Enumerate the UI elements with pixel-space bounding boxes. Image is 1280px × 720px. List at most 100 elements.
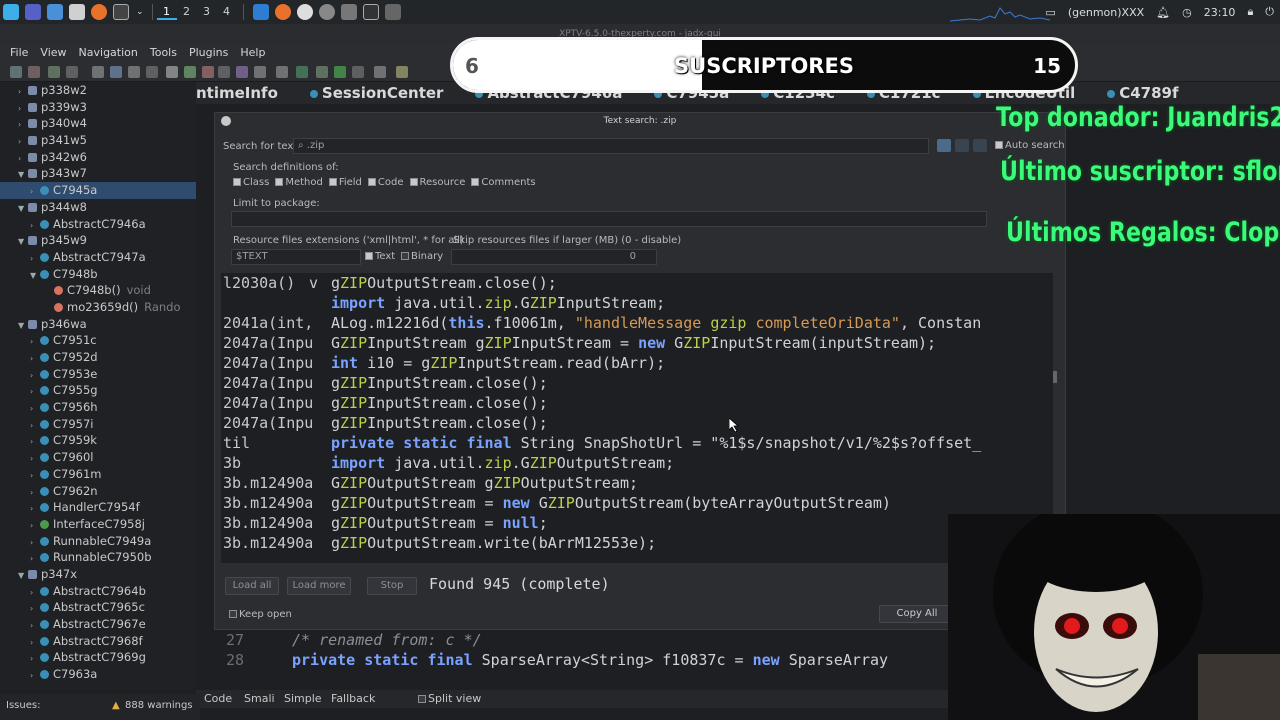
- skip-size-spinner[interactable]: 0: [451, 249, 657, 265]
- def-checkbox-method[interactable]: Method: [271, 177, 323, 188]
- firefox-window-icon[interactable]: [274, 4, 291, 20]
- settings-icon[interactable]: [318, 4, 335, 20]
- tab-fallback[interactable]: Fallback: [331, 692, 375, 705]
- tree-method[interactable]: C7948b() void: [0, 282, 196, 299]
- tree-package[interactable]: ▼ p347x: [0, 566, 196, 583]
- tree-class[interactable]: › C7945a: [0, 182, 196, 199]
- firefox-icon[interactable]: [91, 4, 107, 20]
- tree-package[interactable]: ▼ p343w7: [0, 165, 196, 182]
- toolbar-button-icon[interactable]: [128, 66, 140, 78]
- menu-tools[interactable]: Tools: [144, 44, 183, 62]
- files-icon[interactable]: [47, 4, 63, 20]
- tree-package[interactable]: ▼ p345w9: [0, 232, 196, 249]
- results-list[interactable]: l2030a() v gZIPOutputStream.close(); import…: [221, 273, 1053, 563]
- vscode-icon[interactable]: [252, 4, 269, 20]
- toolbar-button-icon[interactable]: [28, 66, 40, 78]
- obs-icon[interactable]: [296, 4, 313, 20]
- tree-class[interactable]: › C7961m: [0, 466, 196, 483]
- toolbar-button-icon[interactable]: [316, 66, 328, 78]
- result-row[interactable]: 2047a(Inpu gZIPInputStream.close();: [221, 373, 1053, 393]
- result-row[interactable]: 2047a(Inpu gZIPInputStream.close();: [221, 393, 1053, 413]
- tree-class[interactable]: › C7959k: [0, 432, 196, 449]
- chevron-down-icon[interactable]: ⌄: [136, 7, 144, 17]
- desktop-icon[interactable]: [25, 4, 41, 20]
- words-icon[interactable]: [973, 139, 987, 152]
- bell-icon[interactable]: 🔔︎: [1156, 6, 1170, 19]
- tree-method[interactable]: mo23659d() Rando: [0, 299, 196, 316]
- tab-smali[interactable]: Smali: [244, 692, 275, 705]
- menu-view[interactable]: View: [34, 44, 72, 62]
- result-row[interactable]: import java.util.zip.GZIPInputStream;: [221, 293, 1053, 313]
- toolbar-button-icon[interactable]: [184, 66, 196, 78]
- regex-icon[interactable]: [955, 139, 969, 152]
- tree-class[interactable]: › AbstractC7946a: [0, 216, 196, 233]
- result-row[interactable]: 3b.m12490a gZIPOutputStream = new GZIPOut…: [221, 493, 1053, 513]
- tree-package[interactable]: ▼ p346wa: [0, 316, 196, 333]
- tree-class[interactable]: › AbstractC7965c: [0, 599, 196, 616]
- def-checkbox-comments[interactable]: Comments: [467, 177, 536, 188]
- binary-checkbox[interactable]: Binary: [397, 251, 443, 262]
- game-icon[interactable]: [384, 4, 401, 20]
- toolbar-button-icon[interactable]: [10, 66, 22, 78]
- def-checkbox-code[interactable]: Code: [364, 177, 404, 188]
- toolbar-button-icon[interactable]: [166, 66, 178, 78]
- chevron-right-icon[interactable]: ›: [30, 668, 40, 685]
- search-input[interactable]: ⌕ .zip: [293, 138, 929, 154]
- tree-class[interactable]: › C7962n: [0, 483, 196, 500]
- tree-package[interactable]: › p338w2: [0, 82, 196, 99]
- toolbar-button-icon[interactable]: [202, 66, 214, 78]
- stop-button[interactable]: Stop: [367, 577, 417, 595]
- result-row[interactable]: 2041a(int, ALog.m12216d(this.f10061m, "ha…: [221, 313, 1053, 333]
- toolbar-button-icon[interactable]: [334, 66, 346, 78]
- app-launcher-icon[interactable]: [3, 4, 19, 20]
- split-view-checkbox[interactable]: Split view: [414, 692, 481, 705]
- console-icon[interactable]: [362, 4, 379, 20]
- result-row[interactable]: 3b.m12490a GZIPOutputStream gZIPOutputStr…: [221, 473, 1053, 493]
- tab-sessioncenter[interactable]: SessionCenter: [304, 82, 443, 104]
- tree-class[interactable]: › InterfaceC7958j: [0, 516, 196, 533]
- toolbar-button-icon[interactable]: [236, 66, 248, 78]
- menu-plugins[interactable]: Plugins: [183, 44, 234, 62]
- tree-class[interactable]: › C7963a: [0, 666, 196, 683]
- tree-package[interactable]: › p340w4: [0, 115, 196, 132]
- warnings-count[interactable]: 888 warnings: [125, 700, 193, 711]
- workspace-4[interactable]: 4: [217, 5, 237, 20]
- menu-file[interactable]: File: [4, 44, 34, 62]
- tree-class[interactable]: › C7952d: [0, 349, 196, 366]
- tab-ntimeinfo[interactable]: ntimeInfo: [196, 82, 278, 104]
- toolbar-button-icon[interactable]: [92, 66, 104, 78]
- store-icon[interactable]: [69, 4, 85, 20]
- tree-class[interactable]: › C7951c: [0, 332, 196, 349]
- keep-open-checkbox[interactable]: Keep open: [225, 609, 292, 620]
- workspace-2[interactable]: 2: [177, 5, 197, 20]
- copy-all-button[interactable]: Copy All: [879, 605, 955, 623]
- toolbar-button-icon[interactable]: [396, 66, 408, 78]
- power-icon[interactable]: ⏻: [1265, 5, 1274, 19]
- text-checkbox[interactable]: Text: [361, 251, 395, 262]
- result-row[interactable]: 3b.m12490a gZIPOutputStream = null;: [221, 513, 1053, 533]
- result-row[interactable]: 2047a(Inpu gZIPInputStream.close();: [221, 413, 1053, 433]
- result-row[interactable]: l2030a() v gZIPOutputStream.close();: [221, 273, 1053, 293]
- toolbar-button-icon[interactable]: [146, 66, 158, 78]
- tree-class[interactable]: › RunnableC7949a: [0, 533, 196, 550]
- toolbar-button-icon[interactable]: [276, 66, 288, 78]
- tree-package[interactable]: › p342w6: [0, 149, 196, 166]
- def-checkbox-field[interactable]: Field: [325, 177, 362, 188]
- result-row[interactable]: 3b import java.util.zip.GZIPOutputStream;: [221, 453, 1053, 473]
- editor-icon[interactable]: [340, 4, 357, 20]
- toolbar-button-icon[interactable]: [296, 66, 308, 78]
- tree-class[interactable]: › AbstractC7947a: [0, 249, 196, 266]
- lock-icon[interactable]: 🔒︎: [1247, 5, 1253, 19]
- tree-package[interactable]: › p339w3: [0, 99, 196, 116]
- workspace-1[interactable]: 1: [156, 5, 177, 20]
- toolbar-button-icon[interactable]: [254, 66, 266, 78]
- case-sensitive-icon[interactable]: [937, 139, 951, 152]
- workspace-3[interactable]: 3: [197, 5, 217, 20]
- def-checkbox-class[interactable]: Class: [229, 177, 269, 188]
- tree-class[interactable]: › HandlerC7954f: [0, 499, 196, 516]
- code-editor[interactable]: 27 /* renamed from: c */ 28 private stat…: [214, 630, 954, 685]
- res-ext-input[interactable]: $TEXT: [231, 249, 361, 265]
- tree-class[interactable]: › C7955g: [0, 382, 196, 399]
- tree-class[interactable]: ▼ C7948b: [0, 266, 196, 283]
- menu-help[interactable]: Help: [234, 44, 271, 62]
